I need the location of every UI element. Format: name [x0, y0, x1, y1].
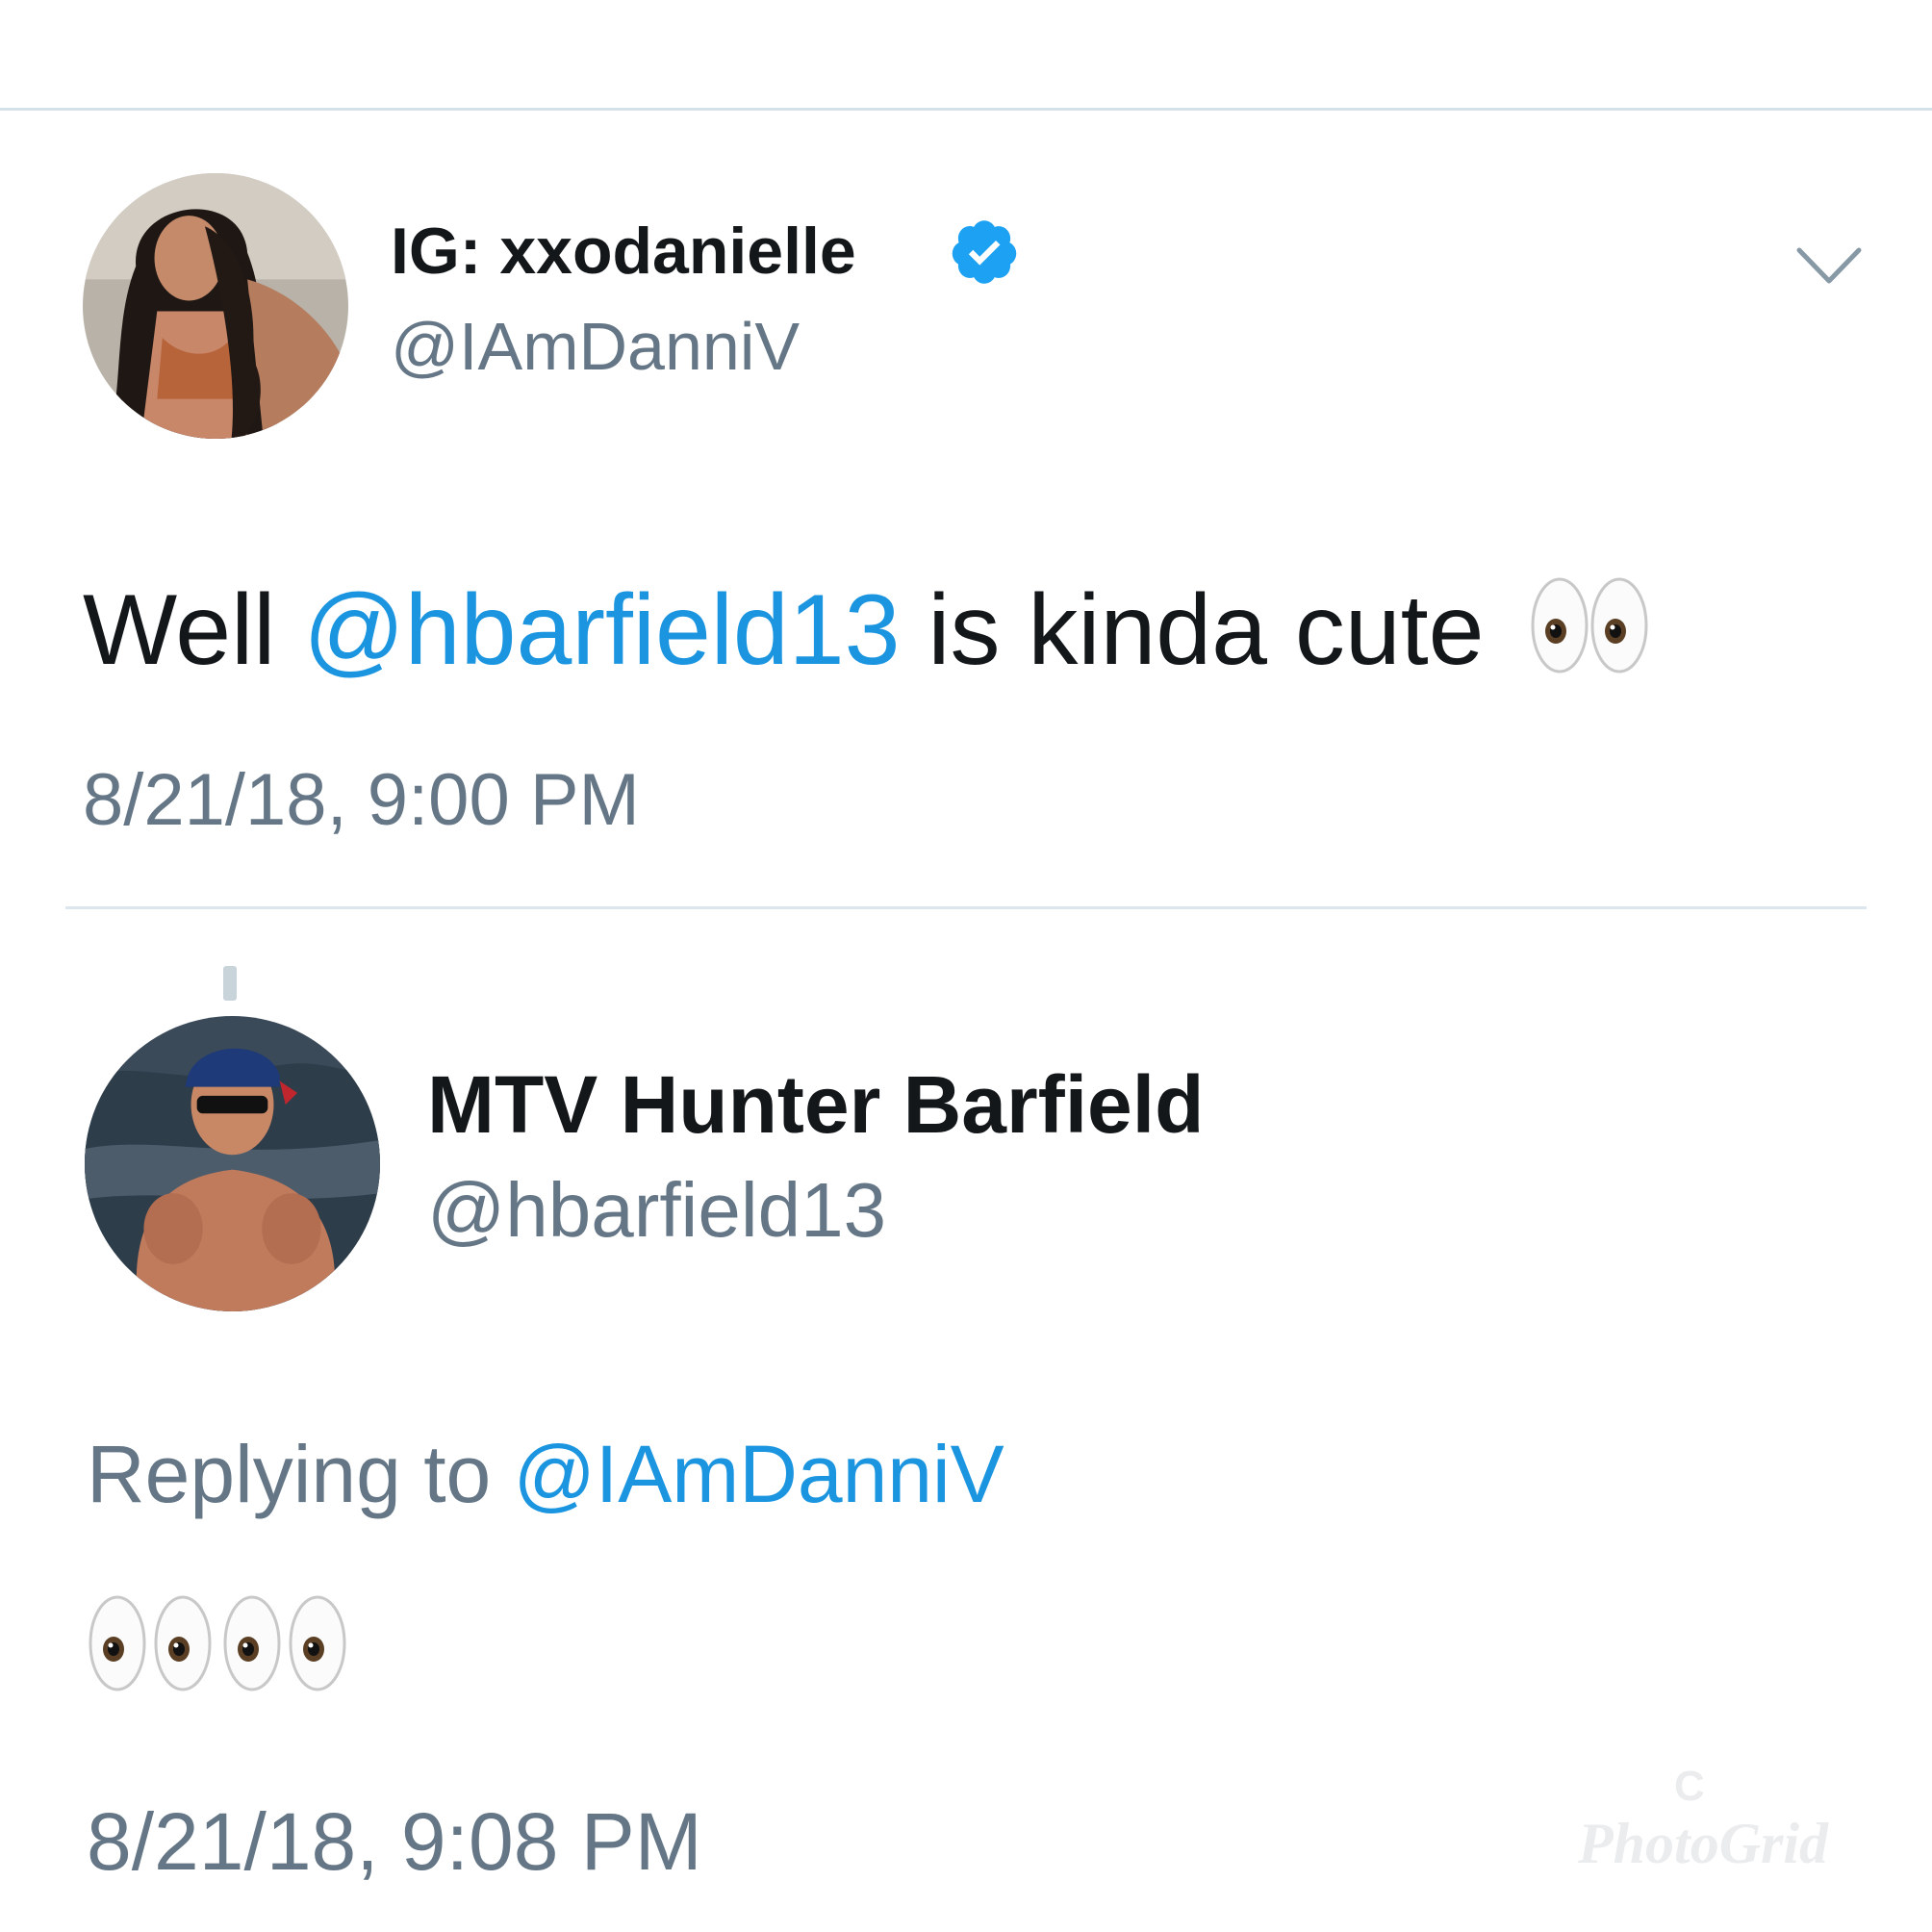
timestamp[interactable]: 8/21/18, 9:00 PM [83, 758, 640, 842]
replying-handle-link[interactable]: @IAmDanniV [514, 1429, 1004, 1519]
avatar[interactable] [83, 173, 348, 439]
replying-to: Replying to @IAmDanniV [87, 1428, 1004, 1521]
photogrid-watermark: C PhotoGrid [1559, 1763, 1867, 1897]
tweet-text-before: Well [83, 574, 304, 686]
tweet-text-after: is kinda cute [900, 574, 1513, 686]
avatar[interactable] [85, 1016, 380, 1311]
top-divider [0, 108, 1932, 111]
eyes-emoji-icon [1531, 577, 1648, 674]
watermark-mark: C [1674, 1763, 1705, 1810]
replying-label: Replying to [87, 1429, 514, 1519]
handle[interactable]: @IAmDanniV [391, 308, 800, 385]
watermark-text: PhotoGrid [1578, 1812, 1829, 1875]
timestamp[interactable]: 8/21/18, 9:08 PM [87, 1795, 702, 1889]
chevron-down-icon[interactable] [1795, 244, 1863, 287]
thread-connector [223, 966, 237, 1001]
display-name[interactable]: IG: xxodanielle [391, 214, 856, 289]
verified-badge-icon [952, 220, 1017, 284]
divider [65, 906, 1867, 909]
eyes-emoji-icon [89, 1595, 346, 1691]
display-name[interactable]: MTV Hunter Barfield [427, 1058, 1204, 1152]
tweet-text: Well @hbarfield13 is kinda cute [83, 568, 1650, 693]
handle[interactable]: @hbarfield13 [427, 1166, 886, 1255]
mention-link[interactable]: @hbarfield13 [303, 574, 900, 686]
